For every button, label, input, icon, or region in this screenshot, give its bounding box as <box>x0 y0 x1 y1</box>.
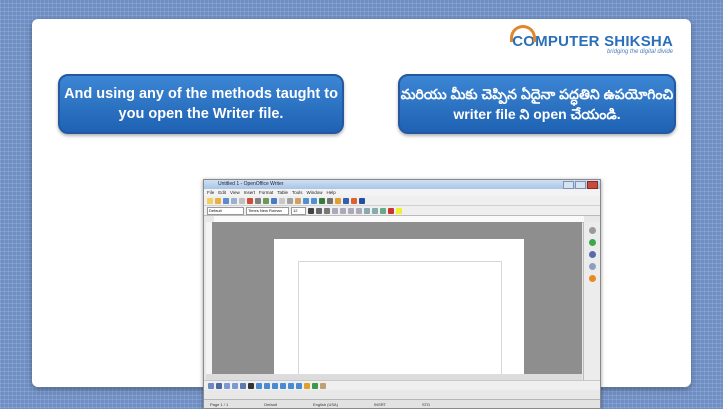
maximize-icon[interactable] <box>575 181 586 189</box>
new-document-icon[interactable] <box>207 197 213 204</box>
ellipse-icon[interactable] <box>232 382 238 389</box>
paragraph-style-select[interactable]: Default <box>207 206 244 215</box>
edit-icon[interactable] <box>239 197 245 204</box>
text-icon[interactable] <box>248 382 254 389</box>
close-icon[interactable] <box>587 181 598 189</box>
save-icon[interactable] <box>223 197 229 204</box>
menu-edit[interactable]: Edit <box>218 189 226 196</box>
menu-format[interactable]: Format <box>259 189 273 196</box>
align-center-icon[interactable] <box>340 207 346 214</box>
menu-window[interactable]: Window <box>307 189 323 196</box>
bold-icon[interactable] <box>308 207 314 214</box>
numbering-icon[interactable] <box>364 207 370 214</box>
print-preview-icon[interactable] <box>263 197 269 204</box>
menu-file[interactable]: File <box>207 189 214 196</box>
styles-icon[interactable] <box>588 239 596 246</box>
status-page: Page 1 / 1 <box>210 402 229 407</box>
highlight-icon[interactable] <box>396 207 402 214</box>
cut-icon[interactable] <box>279 197 285 204</box>
help-icon[interactable] <box>359 197 365 204</box>
writer-statusbar: Page 1 / 1 Default English (USA) INSRT S… <box>204 399 600 408</box>
flowchart-icon[interactable] <box>280 382 286 389</box>
pdf-icon[interactable] <box>247 197 253 204</box>
line-icon[interactable] <box>216 382 222 389</box>
font-color-icon[interactable] <box>388 207 394 214</box>
window-controls <box>563 181 598 189</box>
hyperlink-icon[interactable] <box>319 197 325 204</box>
symbol-shapes-icon[interactable] <box>264 382 270 389</box>
select-icon[interactable] <box>208 382 214 389</box>
print-icon[interactable] <box>255 197 261 204</box>
drawing-toolbar <box>204 380 600 390</box>
font-name-select[interactable]: Times New Roman <box>246 206 289 215</box>
english-instruction-text: And using any of the methods taught to y… <box>64 86 338 122</box>
writer-titlebar: Untitled 1 - OpenOffice Writer <box>204 180 600 189</box>
navigator-sidebar-icon[interactable] <box>588 263 596 270</box>
status-selection: STD <box>422 402 430 407</box>
underline-icon[interactable] <box>324 207 330 214</box>
logo-brand-part2: SHIKSHA <box>604 33 673 50</box>
email-icon[interactable] <box>231 197 237 204</box>
from-file-icon[interactable] <box>312 382 318 389</box>
basic-shapes-icon[interactable] <box>256 382 262 389</box>
copy-icon[interactable] <box>287 197 293 204</box>
text-boundaries <box>298 261 502 375</box>
align-left-icon[interactable] <box>332 207 338 214</box>
indent-icon[interactable] <box>380 207 386 214</box>
italic-icon[interactable] <box>316 207 322 214</box>
document-workarea[interactable] <box>206 222 582 375</box>
paste-icon[interactable] <box>295 197 301 204</box>
zoom-icon[interactable] <box>351 197 357 204</box>
menu-help[interactable]: Help <box>327 189 336 196</box>
rectangle-icon[interactable] <box>224 382 230 389</box>
telugu-instruction-callout: మరియు మీకు చెప్పిన ఏదైనా పద్ధతిని ఉపయోగి… <box>398 74 676 134</box>
table-icon[interactable] <box>327 197 333 204</box>
fontwork-icon[interactable] <box>304 382 310 389</box>
english-instruction-callout: And using any of the methods taught to y… <box>58 74 344 134</box>
menu-tools[interactable]: Tools <box>292 189 303 196</box>
navigator-icon[interactable] <box>343 197 349 204</box>
telugu-instruction-text: మరియు మీకు చెప్పిన ఏదైనా పద్ధతిని ఉపయోగి… <box>400 86 674 122</box>
writer-window-screenshot: Untitled 1 - OpenOffice Writer File Edit… <box>203 179 601 409</box>
logo-arc-icon <box>510 25 537 42</box>
justify-icon[interactable] <box>356 207 362 214</box>
stars-icon[interactable] <box>296 382 302 389</box>
minimize-icon[interactable] <box>563 181 574 189</box>
writer-sidebar <box>583 222 600 380</box>
align-right-icon[interactable] <box>348 207 354 214</box>
font-size-select[interactable]: 12 <box>291 206 306 215</box>
formatting-toolbar: Default Times New Roman 12 <box>204 206 600 216</box>
spellcheck-icon[interactable] <box>271 197 277 204</box>
gallery-icon[interactable] <box>335 197 341 204</box>
menu-view[interactable]: View <box>230 189 240 196</box>
writer-menubar: File Edit View Insert Format Table Tools… <box>204 189 600 196</box>
document-page[interactable] <box>274 239 524 375</box>
functions-icon[interactable] <box>588 275 596 282</box>
menu-insert[interactable]: Insert <box>244 189 255 196</box>
menu-table[interactable]: Table <box>277 189 288 196</box>
freeform-icon[interactable] <box>240 382 246 389</box>
redo-icon[interactable] <box>311 197 317 204</box>
properties-icon[interactable] <box>588 227 596 234</box>
callouts-icon[interactable] <box>288 382 294 389</box>
standard-toolbar <box>204 196 600 206</box>
undo-icon[interactable] <box>303 197 309 204</box>
writer-title: Untitled 1 - OpenOffice Writer <box>218 181 284 187</box>
open-folder-icon[interactable] <box>215 197 221 204</box>
extrusion-icon[interactable] <box>320 382 326 389</box>
status-language: English (USA) <box>312 402 339 407</box>
gallery-sidebar-icon[interactable] <box>588 251 596 258</box>
computer-shiksha-logo: COMPUTER SHIKSHA bridging the digital di… <box>510 25 673 55</box>
status-mode: INSRT <box>374 402 386 407</box>
block-arrows-icon[interactable] <box>272 382 278 389</box>
vertical-ruler <box>206 222 212 374</box>
bullets-icon[interactable] <box>372 207 378 214</box>
status-style: Default <box>264 402 277 407</box>
